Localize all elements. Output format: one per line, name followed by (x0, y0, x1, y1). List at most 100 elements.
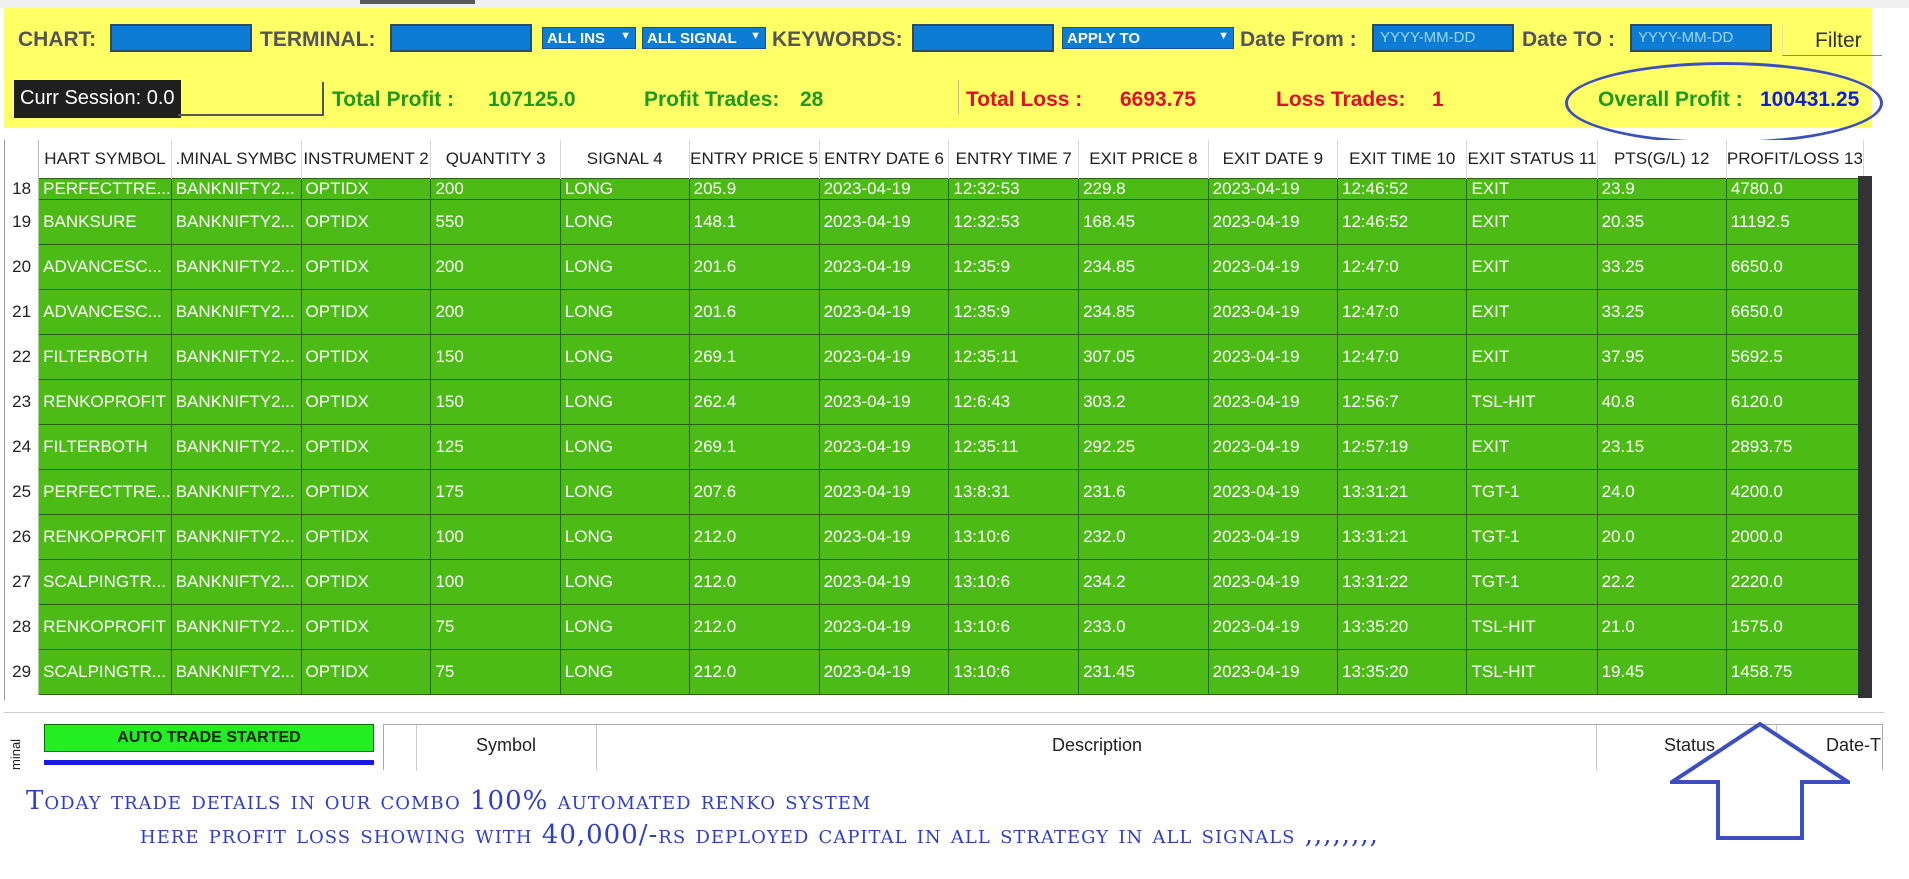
table-cell[interactable]: 20.35 (1596, 198, 1727, 245)
table-cell[interactable]: 2023-04-19 (1207, 513, 1338, 560)
table-cell[interactable]: 100 (430, 558, 561, 605)
table-cell[interactable]: BANKNIFTY2... (170, 558, 302, 605)
table-cell[interactable]: 232.0 (1078, 513, 1209, 560)
table-cell[interactable]: 550 (430, 198, 561, 245)
table-cell[interactable]: RENKOPROFIT (38, 513, 172, 560)
table-cell[interactable]: 303.2 (1078, 378, 1209, 425)
table-cell[interactable]: TGT-1 (1466, 468, 1598, 515)
table-cell[interactable]: LONG (559, 558, 690, 605)
table-cell[interactable]: 2023-04-19 (818, 468, 950, 515)
table-cell[interactable]: 12:6:43 (948, 378, 1080, 425)
table-cell[interactable]: 23.9 (1596, 177, 1727, 200)
terminal-side-tab[interactable]: minal (8, 726, 24, 770)
table-cell[interactable]: 6650.0 (1725, 243, 1864, 290)
table-cell[interactable]: 262.4 (688, 378, 820, 425)
table-cell[interactable]: 12:35:11 (948, 423, 1080, 470)
table-cell[interactable]: 6120.0 (1725, 378, 1864, 425)
table-cell[interactable]: BANKNIFTY2... (170, 513, 302, 560)
table-cell[interactable]: 212.0 (688, 603, 820, 650)
table-cell[interactable]: 20.0 (1596, 513, 1727, 560)
table-cell[interactable]: 2023-04-19 (818, 558, 950, 605)
active-tab-indicator[interactable] (360, 0, 475, 4)
table-cell[interactable]: 2023-04-19 (1207, 177, 1338, 200)
table-cell[interactable]: TSL-HIT (1466, 648, 1598, 695)
table-cell[interactable]: BANKNIFTY2... (170, 648, 302, 695)
column-header[interactable]: SIGNAL 4 (560, 140, 690, 178)
table-cell[interactable]: 201.6 (688, 243, 820, 290)
table-cell[interactable]: 13:35:20 (1336, 603, 1468, 650)
table-cell[interactable]: 12:47:0 (1336, 288, 1468, 335)
table-row[interactable]: 21 ADVANCESC... BANKNIFTY2... OPTIDX 200 LONG… (5, 288, 1864, 335)
table-cell[interactable]: 12:46:52 (1336, 177, 1468, 200)
table-cell[interactable]: EXIT (1466, 333, 1598, 380)
table-cell[interactable]: LONG (559, 378, 690, 425)
table-cell[interactable]: 2023-04-19 (818, 333, 950, 380)
table-cell[interactable]: 12:56:7 (1336, 378, 1468, 425)
table-cell[interactable]: 12:35:9 (948, 288, 1080, 335)
column-header[interactable]: PROFIT/LOSS 13 (1726, 140, 1864, 178)
table-cell[interactable]: BANKNIFTY2... (170, 288, 302, 335)
table-cell[interactable]: 269.1 (688, 423, 820, 470)
table-cell[interactable]: 23.15 (1596, 423, 1727, 470)
table-cell[interactable]: LONG (559, 333, 690, 380)
table-cell[interactable]: 13:35:20 (1336, 648, 1468, 695)
table-cell[interactable]: 2023-04-19 (818, 423, 950, 470)
table-cell[interactable]: EXIT (1466, 288, 1598, 335)
table-cell[interactable]: 150 (430, 378, 561, 425)
table-cell[interactable]: BANKNIFTY2... (170, 423, 302, 470)
table-cell[interactable]: 12:35:9 (948, 243, 1080, 290)
table-cell[interactable]: 200 (430, 177, 561, 200)
table-cell[interactable]: 212.0 (688, 513, 820, 560)
table-cell[interactable]: 231.6 (1078, 468, 1209, 515)
table-cell[interactable]: 12:35:11 (948, 333, 1080, 380)
table-cell[interactable]: 292.25 (1078, 423, 1209, 470)
table-cell[interactable]: 234.85 (1078, 243, 1209, 290)
table-cell[interactable]: 33.25 (1596, 288, 1727, 335)
table-cell[interactable]: BANKNIFTY2... (170, 468, 302, 515)
table-cell[interactable]: 13:10:6 (948, 603, 1080, 650)
column-header[interactable]: INSTRUMENT 2 (301, 140, 432, 178)
session-input[interactable] (178, 82, 324, 116)
column-header[interactable]: EXIT PRICE 8 (1078, 140, 1209, 178)
table-cell[interactable]: 13:10:6 (948, 513, 1080, 560)
table-cell[interactable]: BANKNIFTY2... (170, 603, 302, 650)
table-cell[interactable]: 2023-04-19 (818, 288, 950, 335)
table-cell[interactable]: 307.05 (1078, 333, 1209, 380)
column-header[interactable]: ENTRY TIME 7 (948, 140, 1080, 178)
table-cell[interactable]: LONG (559, 468, 690, 515)
table-row[interactable]: 20 ADVANCESC... BANKNIFTY2... OPTIDX 200 LONG… (5, 243, 1864, 290)
table-cell[interactable]: 11192.5 (1725, 198, 1864, 245)
table-cell[interactable]: 1458.75 (1725, 648, 1864, 695)
table-cell[interactable]: OPTIDX (300, 648, 432, 695)
table-cell[interactable]: OPTIDX (300, 513, 432, 560)
column-header[interactable]: EXIT STATUS 11 (1466, 140, 1598, 178)
column-header[interactable]: QUANTITY 3 (430, 140, 561, 178)
table-cell[interactable]: 200 (430, 243, 561, 290)
terminal-input[interactable] (390, 24, 532, 52)
table-cell[interactable]: 13:10:6 (948, 558, 1080, 605)
table-cell[interactable]: 37.95 (1596, 333, 1727, 380)
column-header[interactable]: EXIT TIME 10 (1337, 140, 1468, 178)
table-cell[interactable]: 2023-04-19 (818, 648, 950, 695)
table-cell[interactable]: BANKNIFTY2... (170, 177, 302, 200)
instrument-select[interactable]: ALL INS ▼ (542, 27, 636, 49)
table-cell[interactable]: OPTIDX (300, 333, 432, 380)
table-cell[interactable]: LONG (559, 198, 690, 245)
table-cell[interactable]: 175 (430, 468, 561, 515)
table-cell[interactable]: 100 (430, 513, 561, 560)
signal-select[interactable]: ALL SIGNAL ▼ (642, 27, 766, 49)
table-cell[interactable]: 125 (430, 423, 561, 470)
table-row[interactable]: 29 SCALPINGTR... BANKNIFTY2... OPTIDX 75 LONG… (5, 648, 1864, 695)
auto-trade-status-button[interactable]: AUTO TRADE STARTED (44, 724, 374, 752)
table-cell[interactable]: 75 (430, 648, 561, 695)
table-cell[interactable]: 2023-04-19 (1207, 648, 1338, 695)
table-cell[interactable]: ADVANCESC... (38, 243, 172, 290)
table-cell[interactable]: 2023-04-19 (1207, 288, 1338, 335)
table-cell[interactable]: OPTIDX (300, 603, 432, 650)
table-cell[interactable]: OPTIDX (300, 378, 432, 425)
table-row[interactable]: 18 PERFECTTRE... BANKNIFTY2... OPTIDX 200 LON… (5, 177, 1864, 200)
apply-to-select[interactable]: APPLY TO ▼ (1062, 27, 1234, 49)
table-cell[interactable]: TGT-1 (1466, 558, 1598, 605)
table-cell[interactable]: ADVANCESC... (38, 288, 172, 335)
column-header[interactable]: ENTRY DATE 6 (819, 140, 950, 178)
